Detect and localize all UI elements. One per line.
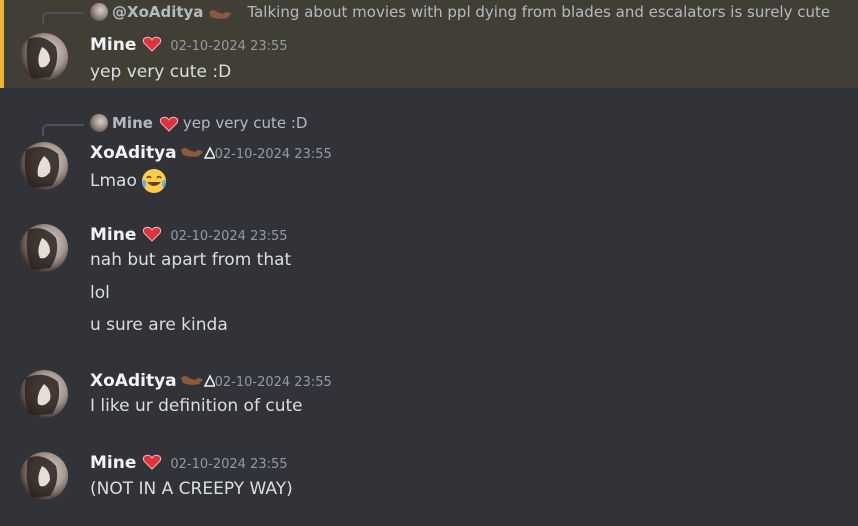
message-header: XoAditya 02-10-2024 23:55 (90, 370, 332, 391)
avatar[interactable] (20, 370, 68, 418)
message-group[interactable]: Mine 02-10-2024 23:55 nah but apart from… (0, 222, 858, 348)
timestamp[interactable]: 02-10-2024 23:55 (215, 147, 332, 162)
message-text: Lmao (90, 168, 167, 194)
message-group[interactable]: Mine 02-10-2024 23:55 (NOT IN A CREEPY W… (0, 450, 858, 512)
heart-icon (159, 116, 179, 132)
reply-author[interactable]: Mine (112, 114, 153, 132)
reply-connector (42, 124, 84, 136)
message-text: lol (90, 283, 110, 303)
avatar[interactable] (20, 452, 68, 500)
message-header: Mine 02-10-2024 23:55 (90, 224, 288, 245)
message-header: XoAditya 02-10-2024 23:55 (90, 142, 332, 163)
message-text: yep very cute :D (90, 62, 232, 82)
flexed-arm-icon (209, 10, 232, 19)
timestamp[interactable]: 02-10-2024 23:55 (215, 375, 332, 390)
timestamp[interactable]: 02-10-2024 23:55 (170, 39, 287, 54)
reply-preview[interactable]: Mine yep very cute :D (90, 114, 307, 132)
heart-icon (143, 454, 162, 470)
reply-preview[interactable]: @XoAditya Talking about movies with ppl … (90, 3, 830, 21)
username[interactable]: Mine (90, 35, 136, 55)
timestamp[interactable]: 02-10-2024 23:55 (170, 229, 287, 244)
reply-author[interactable]: @XoAditya (112, 3, 203, 21)
heart-icon (143, 36, 162, 52)
reply-connector (42, 12, 84, 24)
heart-icon (143, 226, 162, 242)
message-header: Mine 02-10-2024 23:55 (90, 452, 288, 473)
username[interactable]: XoAditya (90, 143, 177, 163)
message-text: I like ur definition of cute (90, 396, 303, 416)
chat-messages: @XoAditya Talking about movies with ppl … (0, 0, 858, 526)
flexed-arm-icon (180, 374, 215, 387)
message-header: Mine 02-10-2024 23:55 (90, 34, 288, 55)
reply-avatar (90, 3, 108, 21)
flexed-arm-icon (180, 146, 215, 159)
avatar[interactable] (20, 142, 68, 190)
message-group[interactable]: Mine yep very cute :D XoAditya 02-10-202… (0, 112, 858, 202)
username[interactable]: XoAditya (90, 371, 177, 391)
username[interactable]: Mine (90, 225, 136, 245)
message-group[interactable]: XoAditya 02-10-2024 23:55 I like ur defi… (0, 368, 858, 430)
message-group-highlighted[interactable]: @XoAditya Talking about movies with ppl … (0, 0, 858, 88)
avatar[interactable] (20, 33, 68, 81)
username[interactable]: Mine (90, 453, 136, 473)
message-text: (NOT IN A CREEPY WAY) (90, 479, 293, 499)
message-text: nah but apart from that (90, 250, 292, 270)
face-with-tears-of-joy-icon (141, 169, 166, 193)
reply-avatar (90, 114, 108, 132)
reply-text: Talking about movies with ppl dying from… (247, 3, 831, 21)
timestamp[interactable]: 02-10-2024 23:55 (170, 457, 287, 472)
reply-text: yep very cute :D (182, 114, 308, 132)
message-text: u sure are kinda (90, 315, 228, 335)
message-text-content: Lmao (90, 171, 137, 191)
avatar[interactable] (20, 224, 68, 272)
